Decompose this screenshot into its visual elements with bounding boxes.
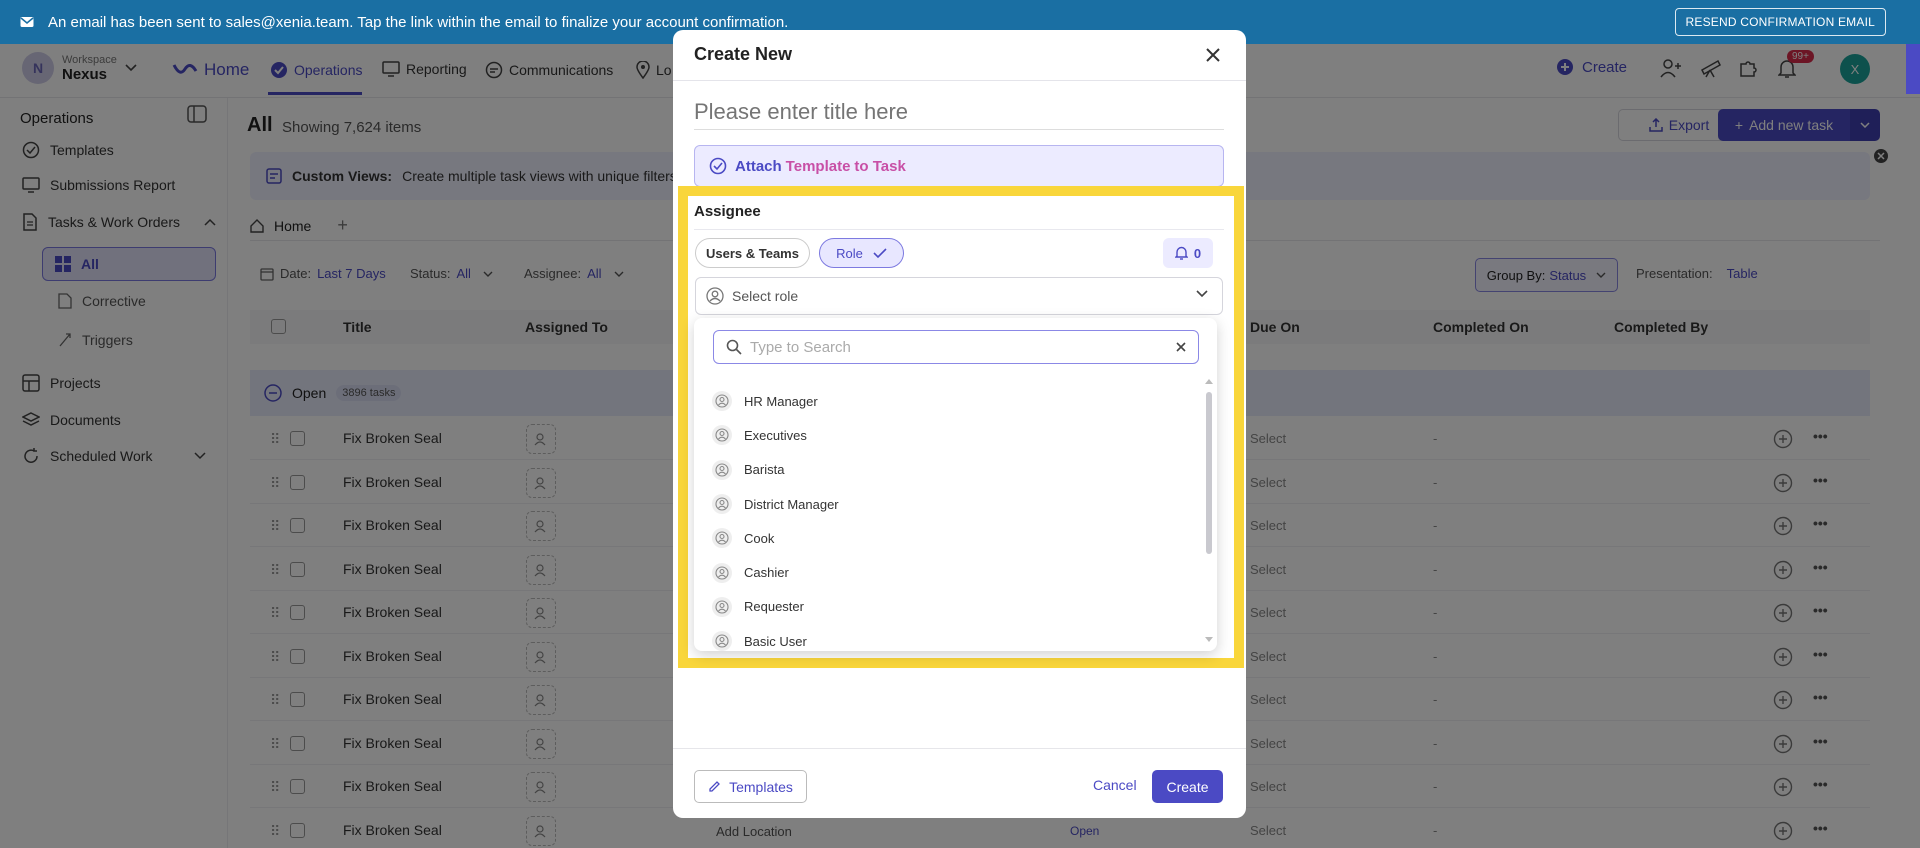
check-circle-outline-icon (709, 157, 727, 175)
role-option[interactable]: HR Manager (708, 384, 1198, 418)
templates-label: Templates (729, 778, 793, 795)
role-avatar-icon (712, 459, 732, 480)
mail-icon (20, 17, 34, 27)
task-title-input[interactable] (694, 94, 1224, 130)
role-avatar-icon (712, 494, 732, 515)
role-option[interactable]: Basic User (708, 624, 1198, 658)
role-chip[interactable]: Role (819, 238, 904, 268)
select-role-placeholder: Select role (732, 288, 799, 304)
page-scrollbar[interactable] (1906, 44, 1920, 94)
role-option[interactable]: Requester (708, 590, 1198, 624)
check-icon (873, 248, 887, 259)
close-icon[interactable] (1202, 44, 1224, 66)
cancel-button[interactable]: Cancel (1093, 777, 1137, 793)
role-list-scrollbar[interactable] (1206, 392, 1212, 554)
scroll-down-arrow-icon[interactable] (1204, 636, 1214, 643)
user-circle-icon (706, 287, 724, 305)
resend-confirmation-button[interactable]: RESEND CONFIRMATION EMAIL (1674, 8, 1886, 36)
role-option[interactable]: Executives (708, 418, 1198, 452)
role-option[interactable]: Barista (708, 453, 1198, 487)
role-avatar-icon (712, 596, 732, 617)
role-option-label: Executives (744, 427, 807, 443)
chevron-down-icon (1196, 290, 1208, 298)
role-avatar-icon (712, 425, 732, 446)
attach-label-b: Template (785, 157, 851, 175)
role-avatar-icon (712, 631, 732, 652)
role-option-label: Basic User (744, 633, 807, 649)
role-option-label: Barista (744, 462, 785, 478)
search-icon (726, 339, 742, 355)
role-option[interactable]: District Manager (708, 487, 1198, 521)
role-avatar-icon (712, 562, 732, 583)
role-option[interactable]: Cashier (708, 555, 1198, 589)
role-option-label: Cashier (744, 565, 789, 581)
select-role-dropdown[interactable]: Select role (695, 277, 1223, 315)
role-list: HR Manager Executives Barista District Mana… (708, 384, 1198, 658)
role-option-label: District Manager (744, 496, 839, 512)
notify-count: 0 (1193, 245, 1202, 261)
clear-search-icon[interactable] (1174, 340, 1188, 354)
users-teams-chip[interactable]: Users & Teams (695, 238, 810, 268)
templates-button[interactable]: Templates (694, 770, 807, 803)
role-option[interactable]: Cook (708, 521, 1198, 555)
attach-template-button[interactable]: Attach Template to Task (694, 145, 1224, 187)
role-search-field[interactable] (713, 330, 1199, 364)
pencil-icon (709, 781, 721, 792)
attach-label-a: Attach (735, 157, 782, 175)
role-avatar-icon (712, 391, 732, 412)
attach-label-c: to Task (854, 157, 906, 175)
banner-message: An email has been sent to sales@xenia.te… (48, 13, 789, 31)
role-option-label: Cook (744, 530, 775, 546)
notify-button[interactable]: 0 (1163, 238, 1213, 268)
scroll-up-arrow-icon[interactable] (1204, 378, 1214, 385)
create-button[interactable]: Create (1152, 770, 1223, 803)
modal-divider (673, 80, 1246, 81)
role-search-input[interactable] (750, 338, 1150, 356)
role-avatar-icon (712, 528, 732, 549)
assignee-label: Assignee (694, 203, 761, 220)
role-option-label: HR Manager (744, 393, 818, 409)
role-option-label: Requester (744, 599, 804, 615)
modal-title: Create New (694, 44, 793, 64)
role-chip-label: Role (836, 245, 863, 261)
modal-footer-divider (673, 748, 1246, 749)
bell-icon (1174, 246, 1188, 260)
assignee-divider (694, 229, 1224, 230)
